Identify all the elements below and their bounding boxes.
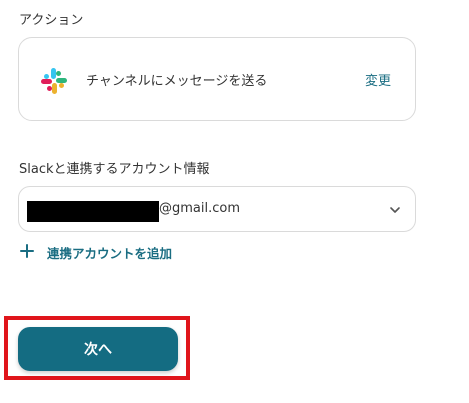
account-section-label: Slackと連携するアカウント情報 [19,162,210,177]
action-name: チャンネルにメッセージを送る [86,74,268,89]
action-section-label: アクション [19,13,84,28]
change-action-link[interactable]: 変更 [365,70,391,89]
account-select[interactable]: @gmail.com [18,186,416,232]
page: アクション チャンネルにメッセージを送る 変更 Slackと連携するアカウント情… [0,0,469,403]
slack-icon [41,68,67,94]
next-button[interactable]: 次へ [18,327,178,371]
redacted-email-block [27,201,159,222]
chevron-down-icon [390,207,400,213]
plus-icon [20,244,34,258]
account-select-value: @gmail.com [159,201,241,216]
action-card: チャンネルにメッセージを送る 変更 [18,37,416,121]
add-account-label: 連携アカウントを追加 [47,246,173,261]
